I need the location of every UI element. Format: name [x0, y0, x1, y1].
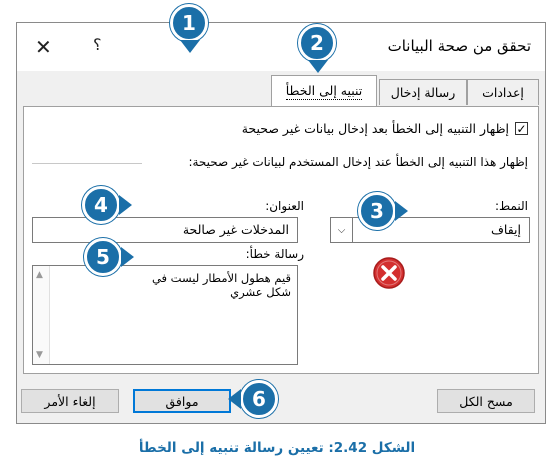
callout-3: 3 [358, 192, 396, 230]
scroll-down-icon[interactable]: ▼ [36, 350, 43, 360]
style-value: إيقاف [490, 222, 521, 237]
callout-2-tail [308, 60, 328, 73]
section-divider [32, 163, 142, 164]
show-alert-row[interactable]: ✓ إظهار التنبيه إلى الخطأ بعد إدخال بيان… [242, 121, 528, 136]
scroll-up-icon[interactable]: ▲ [36, 270, 43, 280]
title-label: العنوان: [265, 199, 304, 213]
chevron-down-icon[interactable]: ⌵ [331, 218, 353, 242]
style-label: النمط: [495, 199, 528, 213]
callout-4: 4 [82, 186, 120, 224]
error-stop-icon [373, 257, 405, 289]
callout-3-tail [395, 201, 408, 221]
title-value: المدخلات غير صالحة [182, 222, 289, 237]
message-label: رسالة خطأ: [245, 247, 304, 261]
show-alert-label: إظهار التنبيه إلى الخطأ بعد إدخال بيانات… [241, 121, 509, 136]
section-label: إظهار هذا التنبيه إلى الخطأ عند إدخال ال… [188, 155, 528, 169]
tab-settings-label: إعدادات [482, 85, 524, 100]
cancel-button[interactable]: إلغاء الأمر [21, 389, 119, 413]
title-bar: ✕ ؟ تحقق من صحة البيانات [17, 23, 545, 71]
tab-input-message[interactable]: رسالة إدخال [379, 79, 467, 105]
callout-1-tail [180, 40, 200, 53]
clear-all-button[interactable]: مسح الكل [437, 389, 535, 413]
title-input[interactable]: المدخلات غير صالحة [32, 217, 298, 243]
close-icon[interactable]: ✕ [35, 35, 52, 59]
message-scrollbar[interactable]: ▲ ▼ [33, 266, 50, 364]
callout-5: 5 [84, 238, 122, 276]
ok-button[interactable]: موافق [133, 389, 231, 413]
callout-2: 2 [298, 24, 336, 62]
tab-input-message-label: رسالة إدخال [390, 85, 456, 100]
tab-strip: إعدادات رسالة إدخال تنبيه إلى الخطأ [17, 75, 545, 107]
tab-error-alert-label: تنبيه إلى الخطأ [285, 82, 363, 100]
callout-4-tail [119, 195, 132, 215]
show-alert-checkbox[interactable]: ✓ [515, 122, 528, 136]
callout-6-tail [228, 389, 241, 409]
error-message-textarea[interactable]: ▲ ▼ قيم هطول الأمطار ليست في شكل عشري [32, 265, 298, 365]
callout-1: 1 [170, 4, 208, 42]
callout-5-tail [121, 247, 134, 267]
figure-caption: الشكل 2.42: تعيين رسالة تنبيه إلى الخطأ [138, 440, 416, 456]
tab-settings[interactable]: إعدادات [467, 79, 539, 105]
help-icon[interactable]: ؟ [93, 35, 102, 54]
dialog-title: تحقق من صحة البيانات [387, 37, 531, 55]
tab-error-alert[interactable]: تنبيه إلى الخطأ [271, 75, 377, 106]
error-message-text: قيم هطول الأمطار ليست في شكل عشري [151, 271, 291, 299]
callout-6: 6 [240, 380, 278, 418]
